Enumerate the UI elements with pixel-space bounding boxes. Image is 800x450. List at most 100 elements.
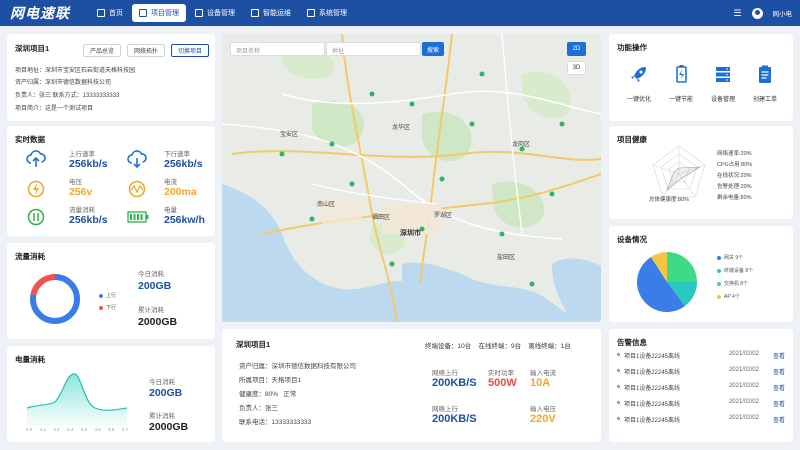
project-title: 深圳项目1 bbox=[15, 44, 50, 53]
power-total-label: 累计消耗 bbox=[149, 413, 175, 420]
cloud-upload-icon bbox=[26, 150, 46, 167]
map-label-luohu: 罗湖区 bbox=[434, 213, 453, 219]
nav-home[interactable]: 首页 bbox=[90, 4, 130, 22]
function-label: 设备管理 bbox=[710, 97, 735, 103]
m3-value: 10A bbox=[530, 377, 551, 389]
m3-label: 输入电流 bbox=[530, 370, 556, 377]
device-icon bbox=[195, 9, 203, 17]
map-label-longhua: 龙华区 bbox=[392, 125, 411, 131]
traffic-title: 流量消耗 bbox=[15, 252, 45, 261]
server-icon bbox=[716, 67, 730, 82]
traffic-donut bbox=[30, 274, 80, 324]
alarm-row: 项目1设备22245离线 2021/02/02 查看 bbox=[617, 415, 785, 424]
map-2d-button[interactable]: 2D bbox=[567, 42, 586, 56]
tab-product-overview[interactable]: 产品总览 bbox=[83, 44, 121, 57]
x-tick-label: 4.7 bbox=[122, 427, 129, 432]
ops-icon bbox=[251, 9, 259, 17]
map-panel[interactable]: 宝安区 龙华区 南山区 福田区 深圳市 罗湖区 龙岗区 盐田区 项目名称 地址 … bbox=[222, 34, 601, 322]
map-label-longgang: 龙岗区 bbox=[512, 142, 531, 148]
m1-label: 网络上行 bbox=[432, 370, 458, 377]
detail-project: 所属项目：天格项目1 bbox=[239, 377, 302, 384]
nav-label: 设备管理 bbox=[207, 10, 235, 17]
user-avatar[interactable] bbox=[751, 7, 763, 19]
power-area-chart: 4.0 4.1 4.2 4.3 4.4 4.5 4.6 4.7 bbox=[26, 373, 129, 432]
current-wave-icon bbox=[128, 180, 146, 198]
m4-value: 200KB/S bbox=[432, 413, 477, 425]
nav-label: 系统管理 bbox=[319, 10, 347, 17]
battery-icon bbox=[127, 211, 149, 223]
detail-title: 深圳项目1 bbox=[236, 340, 271, 349]
view-link[interactable]: 查看 bbox=[773, 367, 785, 376]
legend-down: 下行 bbox=[99, 304, 116, 311]
tab-network-topology[interactable]: 网络拓扑 bbox=[127, 44, 165, 57]
alarm-row: 项目1设备22245离线 2021/02/02 查看 bbox=[617, 367, 785, 376]
project-name-input[interactable]: 项目名称 bbox=[230, 42, 325, 56]
voltage-value: 256v bbox=[69, 186, 93, 198]
view-link[interactable]: 查看 bbox=[773, 399, 785, 408]
device-management-action[interactable]: 设备管理 bbox=[703, 64, 743, 103]
power-panel: 电量消耗 4.0 4.1 4.2 4.3 4.4 4.5 4.6 4.7 今日消耗 200GB… bbox=[7, 346, 215, 442]
alarm-row: 项目1设备22245离线 2021/02/02 查看 bbox=[617, 399, 785, 408]
health-item-battery: 剩余电量:80% bbox=[717, 195, 752, 201]
project-address: 项目地址：深圳市宝安区石岩街道天格科技园 bbox=[15, 68, 136, 74]
terminal-stats: 终端设备：10台 在线终端：9台 离线终端：1台 bbox=[425, 343, 571, 350]
one-click-optimize[interactable]: 一键优化 bbox=[619, 64, 659, 103]
m5-value: 220V bbox=[530, 413, 556, 425]
project-owner: 资产归属：深圳市德信数据科技公司 bbox=[15, 80, 112, 86]
rocket-icon bbox=[631, 67, 646, 82]
functions-title: 功能操作 bbox=[617, 43, 647, 52]
address-input[interactable]: 地址 bbox=[326, 42, 421, 56]
app-logo: 网电速联 bbox=[10, 6, 70, 22]
user-name[interactable]: 网小电 bbox=[773, 8, 793, 18]
nav-device-management[interactable]: 设备管理 bbox=[188, 4, 242, 22]
view-link[interactable]: 查看 bbox=[773, 415, 785, 424]
nav-project-management[interactable]: 项目管理 bbox=[132, 4, 186, 22]
traffic-label: 流量消耗 bbox=[69, 207, 95, 214]
settings-sliders-icon[interactable]: ☰ bbox=[733, 8, 741, 19]
main-nav: 首页 项目管理 设备管理 智能运维 系统管理 bbox=[90, 4, 354, 22]
one-click-energy-save[interactable]: 一键节能 bbox=[661, 64, 701, 103]
nav-smart-ops[interactable]: 智能运维 bbox=[244, 4, 298, 22]
x-tick-label: 4.3 bbox=[67, 427, 74, 432]
tab-switch-project[interactable]: 切换项目 bbox=[171, 44, 209, 57]
alarm-row: 项目1设备22245离线 2021/02/02 查看 bbox=[617, 351, 785, 360]
map-3d-button[interactable]: 3D bbox=[567, 61, 586, 75]
traffic-total-value: 2000GB bbox=[138, 316, 178, 328]
map-canvas[interactable] bbox=[222, 34, 601, 322]
search-button[interactable]: 搜索 bbox=[422, 42, 444, 56]
view-link[interactable]: 查看 bbox=[773, 351, 785, 360]
legend-ap: AP 4个 bbox=[717, 293, 740, 300]
m2-label: 实时功率 bbox=[488, 370, 514, 377]
m2-value: 500W bbox=[488, 377, 517, 389]
x-tick-label: 4.4 bbox=[81, 427, 88, 432]
function-label: 一键优化 bbox=[626, 97, 651, 103]
alarm-row: 项目1设备22245离线 2021/02/02 查看 bbox=[617, 383, 785, 392]
devices-title: 设备情况 bbox=[617, 235, 647, 244]
nav-label: 智能运维 bbox=[263, 10, 291, 17]
current-value: 200ma bbox=[164, 186, 197, 198]
electricity-label: 电量 bbox=[164, 207, 177, 214]
project-info-panel: 深圳项目1 产品总览 网络拓扑 切换项目 项目地址：深圳市宝安区石岩街道天格科技… bbox=[7, 34, 215, 121]
view-link[interactable]: 查看 bbox=[773, 383, 785, 392]
electricity-value: 256kw/h bbox=[164, 214, 205, 226]
clipboard-icon bbox=[759, 65, 771, 83]
health-item-alarm: 告警处理:20% bbox=[717, 184, 752, 190]
traffic-today-label: 今日消耗 bbox=[138, 271, 164, 278]
home-icon bbox=[97, 9, 105, 17]
map-label-yantian: 盐田区 bbox=[497, 255, 516, 261]
nav-system[interactable]: 系统管理 bbox=[300, 4, 354, 22]
downlink-value: 256kb/s bbox=[164, 158, 203, 170]
map-label-futian: 福田区 bbox=[372, 215, 391, 221]
power-today-value: 200GB bbox=[149, 387, 183, 399]
traffic-total-label: 累计消耗 bbox=[138, 307, 164, 314]
x-tick-label: 4.6 bbox=[108, 427, 115, 432]
create-work-order[interactable]: 创建工单 bbox=[745, 64, 785, 103]
map-label-baoan: 宝安区 bbox=[280, 132, 299, 138]
detail-manager: 负责人：张三 bbox=[239, 405, 278, 412]
health-overall: 总体健康度:80% bbox=[649, 197, 690, 203]
legend-switch: 交换机 8个 bbox=[717, 280, 748, 287]
health-item-cpu: CPU占用:80% bbox=[717, 162, 753, 168]
voltage-label: 电压 bbox=[69, 179, 82, 186]
realtime-panel: 实时数据 上行速率 256kb/s 下行速率 256kb/s 电压 256v 电… bbox=[7, 126, 215, 236]
detail-owner: 资产归属：深圳市德信数据科技有限公司 bbox=[239, 363, 356, 370]
